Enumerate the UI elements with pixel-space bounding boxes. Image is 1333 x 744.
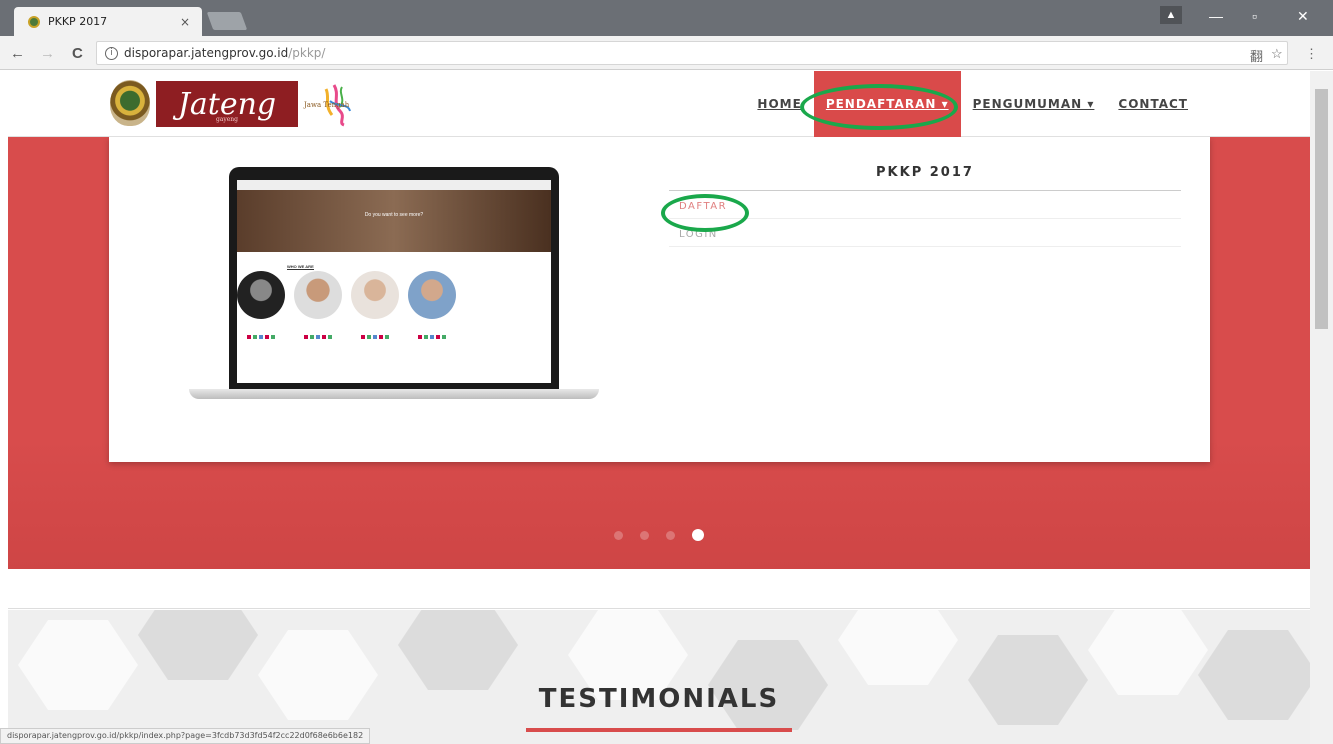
close-window-icon[interactable]: ✕ bbox=[1297, 8, 1309, 25]
section-spacer bbox=[8, 569, 1310, 609]
status-bar-url: disporapar.jatengprov.go.id/pkkp/index.p… bbox=[0, 728, 371, 744]
url-path: /pkkp/ bbox=[288, 46, 326, 60]
slide-dot-active[interactable] bbox=[692, 529, 704, 541]
slide-dot[interactable] bbox=[614, 530, 623, 540]
logo-subtext: gayeng bbox=[215, 116, 239, 123]
tagline-logo: Jawa Tengah bbox=[304, 81, 352, 127]
testimonials-underline bbox=[526, 728, 792, 732]
url-input[interactable]: i disporapar.jatengprov.go.id/pkkp/ bbox=[96, 41, 1288, 65]
testimonials-section: TESTIMONIALS bbox=[8, 610, 1310, 744]
nav-pendaftaran-label[interactable]: PENDAFTARAN ▾ bbox=[826, 97, 949, 111]
nav-contact[interactable]: CONTACT bbox=[1118, 97, 1188, 111]
nav-pendaftaran-text: PENDAFTARAN ▾ bbox=[825, 97, 949, 111]
laptop-section-title: WHO WE ARE bbox=[287, 264, 314, 270]
favicon-icon bbox=[28, 15, 40, 28]
laptop-avatars bbox=[237, 271, 465, 319]
minimize-icon[interactable]: — bbox=[1209, 8, 1223, 24]
avatar bbox=[408, 271, 456, 319]
highlight-ring-daftar bbox=[661, 194, 749, 232]
new-tab-button[interactable] bbox=[206, 12, 248, 30]
laptop-social-icons bbox=[247, 335, 475, 339]
reload-icon[interactable]: C bbox=[72, 45, 83, 62]
forward-icon[interactable]: → bbox=[40, 45, 55, 62]
avatar bbox=[351, 271, 399, 319]
site-header: Jateng gayeng Jawa Tengah HOME PENDAFTAR… bbox=[8, 71, 1310, 137]
scrollbar-thumb[interactable] bbox=[1315, 89, 1328, 329]
laptop-illustration: Do you want to see more? WHO WE ARE bbox=[189, 167, 599, 402]
tagline-text: Jawa Tengah bbox=[304, 101, 350, 109]
back-icon[interactable]: ← bbox=[10, 45, 25, 62]
profile-icon[interactable]: ▲ bbox=[1160, 6, 1182, 24]
translate-icon[interactable]: 翻 bbox=[1250, 46, 1263, 65]
avatar bbox=[294, 271, 342, 319]
menu-icon[interactable]: ⋮ bbox=[1305, 46, 1318, 62]
nav-pendaftaran[interactable]: PENDAFTARAN ▾ bbox=[813, 71, 961, 137]
bookmark-star-icon[interactable]: ☆ bbox=[1271, 46, 1283, 62]
tab-title: PKKP 2017 bbox=[48, 15, 108, 28]
laptop-heading: Do you want to see more? bbox=[364, 212, 424, 218]
browser-tab[interactable]: PKKP 2017 × bbox=[14, 7, 202, 36]
nav-home[interactable]: HOME bbox=[757, 97, 801, 111]
hero-slider: Do you want to see more? WHO WE ARE PKKP… bbox=[8, 137, 1310, 569]
info-icon[interactable]: i bbox=[105, 46, 118, 60]
maximize-icon[interactable]: ▫ bbox=[1252, 8, 1257, 24]
tab-close-icon[interactable]: × bbox=[180, 15, 190, 29]
url-host: disporapar.jatengprov.go.id bbox=[124, 46, 289, 60]
avatar bbox=[237, 271, 285, 319]
address-bar: ← → C i disporapar.jatengprov.go.id/pkkp… bbox=[0, 36, 1333, 70]
nav-pengumuman[interactable]: PENGUMUMAN ▾ bbox=[973, 97, 1095, 111]
menu-item-login[interactable]: LOGIN bbox=[669, 219, 1181, 247]
main-nav: HOME PENDAFTARAN ▾ PENGUMUMAN ▾ CONTACT bbox=[745, 71, 1200, 137]
jateng-logo[interactable]: Jateng gayeng bbox=[156, 81, 298, 127]
jateng-emblem-icon[interactable] bbox=[110, 80, 150, 126]
page-scrollbar[interactable] bbox=[1310, 71, 1333, 744]
slider-indicators bbox=[614, 529, 721, 541]
testimonials-title: TESTIMONIALS bbox=[538, 684, 780, 714]
slide-dot[interactable] bbox=[666, 530, 675, 540]
slide-dot[interactable] bbox=[640, 530, 649, 540]
dropdown-card: Do you want to see more? WHO WE ARE PKKP… bbox=[109, 137, 1210, 462]
laptop-base bbox=[189, 389, 599, 399]
panel-title: PKKP 2017 bbox=[669, 165, 1181, 191]
browser-tab-bar: PKKP 2017 × ▲ — ▫ ✕ bbox=[0, 0, 1333, 36]
